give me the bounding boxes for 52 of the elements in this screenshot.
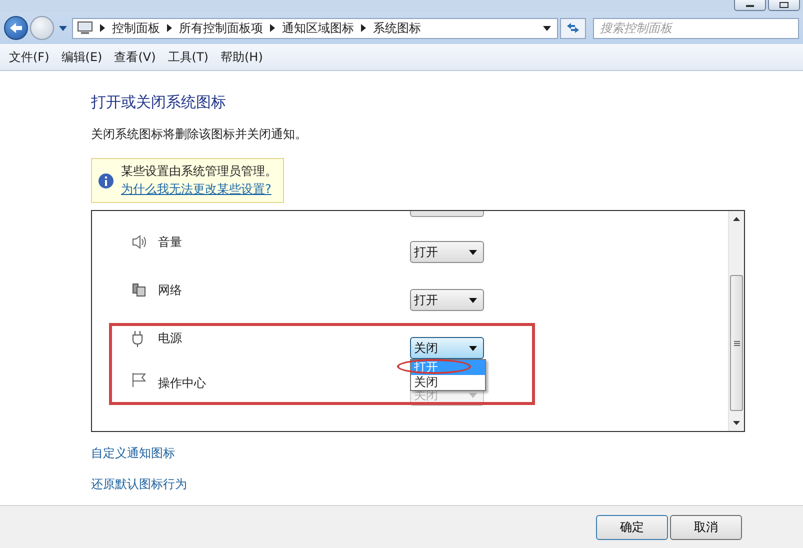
settings-link[interactable]: 还原默认图标行为 <box>91 476 187 493</box>
caret-down-icon <box>469 346 477 350</box>
chevron-right-icon <box>270 24 275 32</box>
scroll-down-icon[interactable] <box>733 421 740 425</box>
behavior-dropdown[interactable]: 打开 <box>410 289 484 311</box>
description-text: 关闭系统图标将删除该图标并关闭通知。 <box>91 126 308 143</box>
menu-item[interactable]: 工具(T) <box>162 48 214 66</box>
icon-label: 电源 <box>158 330 183 347</box>
speaker-icon <box>131 234 149 250</box>
minimize-icon <box>745 2 755 8</box>
chevron-right-icon <box>167 24 172 32</box>
page-heading: 打开或关闭系统图标 <box>91 93 227 112</box>
menu-item[interactable]: 查看(V) <box>108 48 162 66</box>
icon-label: 网络 <box>158 282 183 299</box>
address-field[interactable]: 控制面板 所有控制面板项 通知区域图标 系统图标 <box>72 18 558 38</box>
icon-label: 操作中心 <box>158 375 207 392</box>
info-text: 某些设置由系统管理员管理。 <box>121 163 277 180</box>
refresh-button[interactable] <box>560 18 586 38</box>
caret-down-icon[interactable] <box>543 26 551 30</box>
maximize-icon <box>779 2 789 8</box>
info-icon <box>98 172 114 188</box>
chevron-right-icon <box>100 24 105 32</box>
scrollbar-thumb[interactable] <box>730 275 743 411</box>
breadcrumb-item[interactable]: 通知区域图标 <box>282 20 354 36</box>
network-icon <box>131 282 147 298</box>
breadcrumb-item[interactable]: 所有控制面板项 <box>179 20 263 36</box>
caret-down-icon <box>469 250 477 254</box>
menu-item[interactable]: 编辑(E) <box>55 48 108 66</box>
scroll-up-icon[interactable] <box>733 217 740 221</box>
back-button[interactable] <box>4 16 28 40</box>
dialog-button[interactable]: 取消 <box>670 514 742 540</box>
behavior-dropdown[interactable]: 打开 <box>410 241 484 263</box>
scrollbar[interactable] <box>728 211 744 431</box>
chevron-right-icon <box>361 24 366 32</box>
menu-item[interactable]: 文件(F) <box>3 48 56 66</box>
search-field[interactable]: 搜索控制面板 <box>593 18 799 38</box>
breadcrumb-item[interactable]: 系统图标 <box>373 20 421 36</box>
icon-label: 音量 <box>158 234 183 251</box>
settings-link[interactable]: 自定义通知图标 <box>91 445 175 462</box>
refresh-icon <box>566 22 580 34</box>
maximize-button[interactable] <box>768 0 800 11</box>
breadcrumb-item[interactable]: 控制面板 <box>112 20 160 36</box>
back-arrow-icon <box>9 22 23 34</box>
minimize-button[interactable] <box>734 0 766 11</box>
caret-down-icon <box>469 298 477 302</box>
behavior-dropdown[interactable]: 关闭 <box>410 337 484 359</box>
dialog-button[interactable]: 确定 <box>596 514 668 540</box>
history-dropdown-icon[interactable] <box>59 26 67 30</box>
help-link[interactable]: 为什么我无法更改某些设置? <box>121 181 277 198</box>
computer-icon <box>77 21 93 35</box>
menu-item[interactable]: 帮助(H) <box>214 48 269 66</box>
flag-icon <box>131 372 149 388</box>
